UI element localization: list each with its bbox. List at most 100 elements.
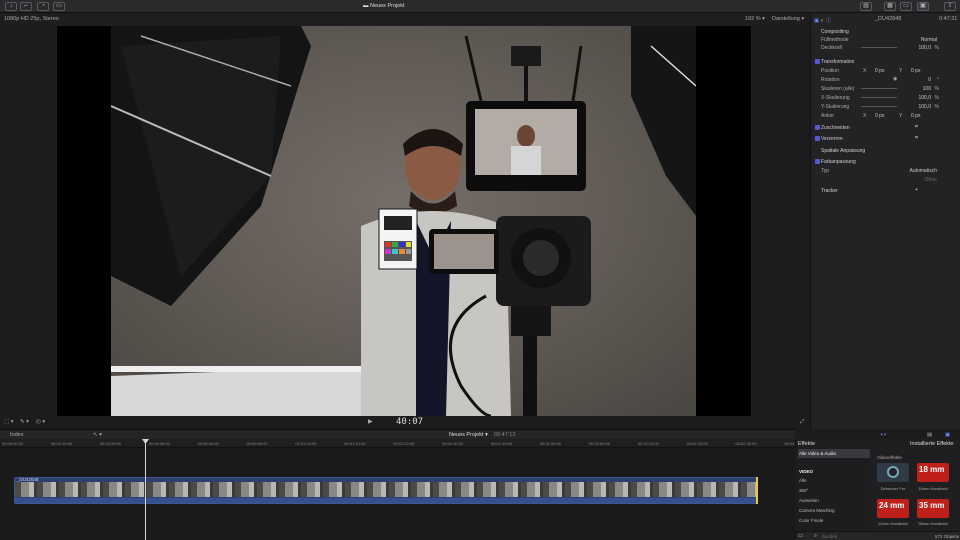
color-tab-icon[interactable]: ◐: [821, 18, 824, 24]
distort-section[interactable]: Verzerren ⌗: [811, 135, 960, 143]
ruler-tick-label: 00:01:20:00: [393, 441, 415, 446]
sidebar-toggle-icon[interactable]: ▭: [798, 533, 803, 539]
opacity-slider[interactable]: [861, 47, 897, 48]
type-row: Typ Automatisch: [821, 168, 937, 174]
scale-all-row: Skalieren (alle) 100%: [821, 86, 939, 92]
share-button[interactable]: ▭: [53, 2, 65, 11]
scale-y-slider[interactable]: [861, 106, 897, 107]
rotation-dial-icon[interactable]: ◉: [893, 76, 897, 82]
timeline-project-menu[interactable]: Neues Projekt ▾: [449, 432, 488, 438]
ruler-tick-label: 00:02:00:00: [588, 441, 610, 446]
transform-checkbox[interactable]: [815, 59, 820, 64]
ruler-tick-label: 00:02:10:00: [637, 441, 659, 446]
type-select[interactable]: Automatisch: [909, 168, 937, 174]
view-menu[interactable]: Darstellung ▾: [772, 16, 804, 22]
enhance-icon[interactable]: ✎ ▾: [20, 419, 29, 425]
project-title: ▬ Neues Projekt: [363, 3, 405, 9]
zoom-menu[interactable]: 192 % ▾: [745, 16, 765, 22]
dehancer-logo-icon: [887, 466, 899, 478]
inspector-tabs[interactable]: ▣ ◐ ⓘ: [814, 16, 831, 24]
category-camera-matching[interactable]: Camera Matching: [798, 506, 870, 515]
clip-end-handle[interactable]: [756, 477, 758, 504]
crop-icon[interactable]: ⌗: [915, 124, 918, 130]
crop-section[interactable]: Zuschneiden ⌗: [811, 124, 960, 132]
blend-mode-select[interactable]: Normal: [921, 37, 937, 43]
transform-tool-icon[interactable]: ⬚ ▾: [4, 419, 14, 425]
distort-icon[interactable]: ⌗: [915, 135, 918, 141]
background-tasks-button[interactable]: ◔: [37, 2, 49, 11]
effect-tile-18mm[interactable]: 18 mm: [917, 463, 949, 482]
ruler-tick-label: 00:01:00:00: [295, 441, 317, 446]
category-color-finale[interactable]: Color Finale: [798, 516, 870, 525]
layout-button[interactable]: ▤: [860, 2, 872, 11]
ruler-tick-label: 00:01:10:00: [344, 441, 366, 446]
position-row: Position X 0 px Y 0 px: [821, 68, 921, 74]
effect-tile-24mm[interactable]: 24 mm: [877, 499, 909, 518]
film-icon: ▬: [363, 3, 369, 9]
timecode-display: 40:07: [396, 417, 424, 427]
index-button[interactable]: Index: [10, 432, 23, 438]
category-all[interactable]: Alle: [798, 476, 870, 485]
info-tab-icon[interactable]: ⓘ: [826, 18, 832, 24]
viewer-bar: 1080p HD 25p, Stereo 192 % ▾ Darstellung…: [0, 13, 810, 26]
transform-section[interactable]: Transformation: [811, 58, 960, 66]
add-tracker-icon[interactable]: +: [915, 187, 918, 193]
video-frame: [111, 26, 696, 416]
timeline-header: Index ↖ ▾ Neues Projekt ▾ 03:47:13 ◖◗ ▤ …: [0, 429, 950, 439]
toolbar: ↓ ⌐ ◔ ▭ ▬ Neues Projekt ▤ ▦ ▭ ▣ ⇪: [0, 0, 960, 13]
timeline-duration: 03:47:13: [494, 432, 516, 438]
play-button[interactable]: ▶: [368, 418, 373, 425]
effects-search-input[interactable]: [822, 533, 882, 540]
timeline-toggle-icon[interactable]: ▭: [900, 2, 912, 11]
color-conform-section[interactable]: Farbanpassung: [811, 158, 960, 166]
select-tool-icon[interactable]: ↖ ▾: [93, 432, 102, 438]
effects-browser-icon[interactable]: ▣: [945, 432, 950, 438]
project-format: 1080p HD 25p, Stereo: [4, 16, 59, 22]
category-all-video-audio[interactable]: Alle Video & Audio: [798, 449, 870, 458]
speed-icon[interactable]: ◴ ▾: [36, 419, 45, 425]
ruler-tick-label: 00:00:10:00: [50, 441, 73, 446]
audio-skimming-icon[interactable]: ◖◗: [880, 432, 887, 438]
video-tab-icon[interactable]: ▣: [814, 18, 819, 24]
inspector-clip-name: _DU42848: [875, 16, 902, 22]
clip-audio-waveform: [15, 498, 756, 503]
crop-checkbox[interactable]: [815, 125, 820, 130]
clip-appearance-icon[interactable]: ▤: [927, 432, 932, 438]
browser-toggle-icon[interactable]: ▦: [884, 2, 896, 11]
clip-label: _DU42848: [17, 477, 39, 482]
ruler-tick-label: 00:00:00:00: [2, 441, 24, 446]
ruler-tick-label: 00:02:20:00: [686, 441, 708, 446]
scale-all-slider[interactable]: [861, 88, 897, 89]
spatial-conform-section[interactable]: Spatiale Anpassung: [811, 147, 960, 155]
effects-category-list: Alle Video & Audio VIDEO Alle 360° Ausse…: [795, 448, 871, 531]
inspector-toggle-icon[interactable]: ▣: [917, 2, 929, 11]
playhead[interactable]: [145, 439, 146, 540]
effect-tile-dehancer[interactable]: [877, 463, 909, 482]
ruler-tick-label: 00:01:30:00: [442, 441, 464, 446]
keywords-button[interactable]: ⌐: [20, 2, 32, 11]
color-conform-checkbox[interactable]: [815, 159, 820, 164]
search-icon: ⌕: [814, 533, 818, 539]
category-ausseiten[interactable]: Ausseiten: [798, 496, 870, 505]
fullscreen-icon[interactable]: ⤢: [800, 419, 804, 426]
ruler-tick-label: 00:00:30:00: [148, 441, 170, 446]
import-button[interactable]: ↓: [5, 2, 17, 11]
share-icon[interactable]: ⇪: [944, 2, 956, 11]
category-heading-video: VIDEO: [799, 469, 814, 474]
effect-name-35mm: 35mm Handheld: [918, 521, 948, 526]
effects-search-bar: ▭ ⌕ 572 Objekte: [796, 531, 960, 540]
effect-name-18mm: 18mm Handheld: [918, 486, 948, 491]
timeline-ruler[interactable]: 00:00:00:00 00:00:10:00 00:00:20:00 00:00:3…: [0, 439, 806, 448]
viewer-image: [111, 26, 696, 416]
ruler-tick-label: 00:00:20:00: [99, 441, 121, 446]
distort-checkbox[interactable]: [815, 136, 820, 141]
compositing-section[interactable]: Compositing: [811, 28, 960, 36]
scale-x-row: X-Skalierung 100,0%: [821, 95, 939, 101]
effect-name-dehancer: Dehancer Pro: [880, 486, 906, 491]
effect-tile-35mm[interactable]: 35 mm: [917, 499, 949, 518]
tracker-section[interactable]: Tracker +: [811, 187, 960, 195]
ruler-tick-label: 00:01:50:00: [539, 441, 562, 446]
installed-effects-menu[interactable]: Installierte Effekte: [910, 441, 954, 447]
scale-x-slider[interactable]: [861, 97, 897, 98]
category-360[interactable]: 360°: [798, 486, 870, 495]
